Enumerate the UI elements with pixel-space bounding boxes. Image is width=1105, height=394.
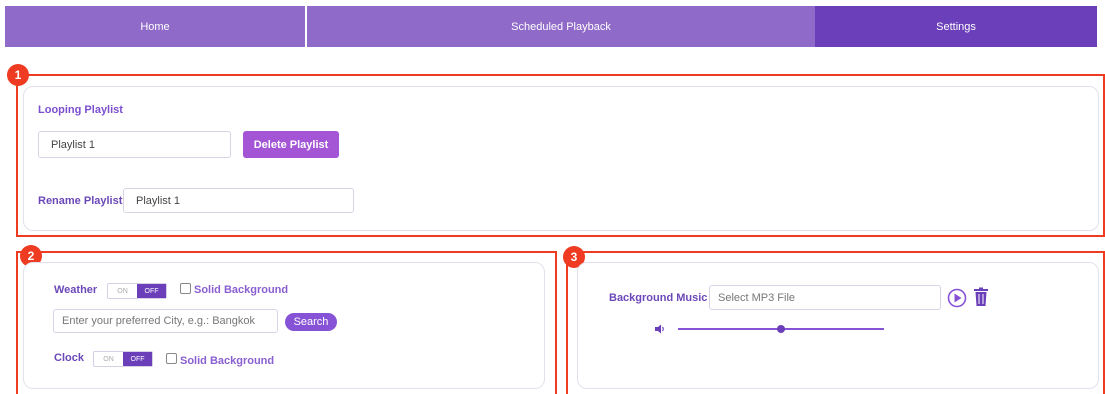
clock-solid-bg-checkbox[interactable] [166,353,177,364]
background-music-label: Background Music [609,292,708,304]
weather-solid-bg-label: Solid Background [194,284,289,296]
weather-label: Weather [54,284,98,296]
weather-toggle-off[interactable]: OFF [137,284,166,298]
playlist-section-title: Looping Playlist [38,104,123,116]
trash-icon[interactable] [973,287,989,307]
playlist-select[interactable]: Playlist 1 [38,131,231,158]
clock-toggle-on[interactable]: ON [94,352,123,366]
clock-toggle[interactable]: ON OFF [93,351,153,367]
volume-icon[interactable] [654,323,666,335]
tab-scheduled-playback[interactable]: Scheduled Playback [307,6,815,47]
city-input[interactable]: Enter your preferred City, e.g.: Bangkok [53,309,278,333]
search-button[interactable]: Search [285,313,337,331]
weather-toggle[interactable]: ON OFF [107,283,167,299]
clock-label: Clock [54,352,84,364]
top-nav: Home Scheduled Playback Settings [5,6,1097,47]
tab-settings[interactable]: Settings [815,6,1097,47]
rename-playlist-input[interactable]: Playlist 1 [123,188,354,213]
weather-toggle-on[interactable]: ON [108,284,137,298]
annotation-badge-1: 1 [7,64,29,86]
weather-solid-bg-checkbox[interactable] [180,283,191,294]
mp3-file-input[interactable]: Select MP3 File [709,285,941,310]
clock-solid-bg-label: Solid Background [180,355,275,367]
play-icon[interactable] [947,288,967,308]
rename-playlist-label: Rename Playlist [38,195,123,207]
clock-toggle-off[interactable]: OFF [123,352,152,366]
tab-home[interactable]: Home [5,6,305,47]
delete-playlist-button[interactable]: Delete Playlist [243,131,339,158]
volume-slider-thumb[interactable] [777,325,785,333]
